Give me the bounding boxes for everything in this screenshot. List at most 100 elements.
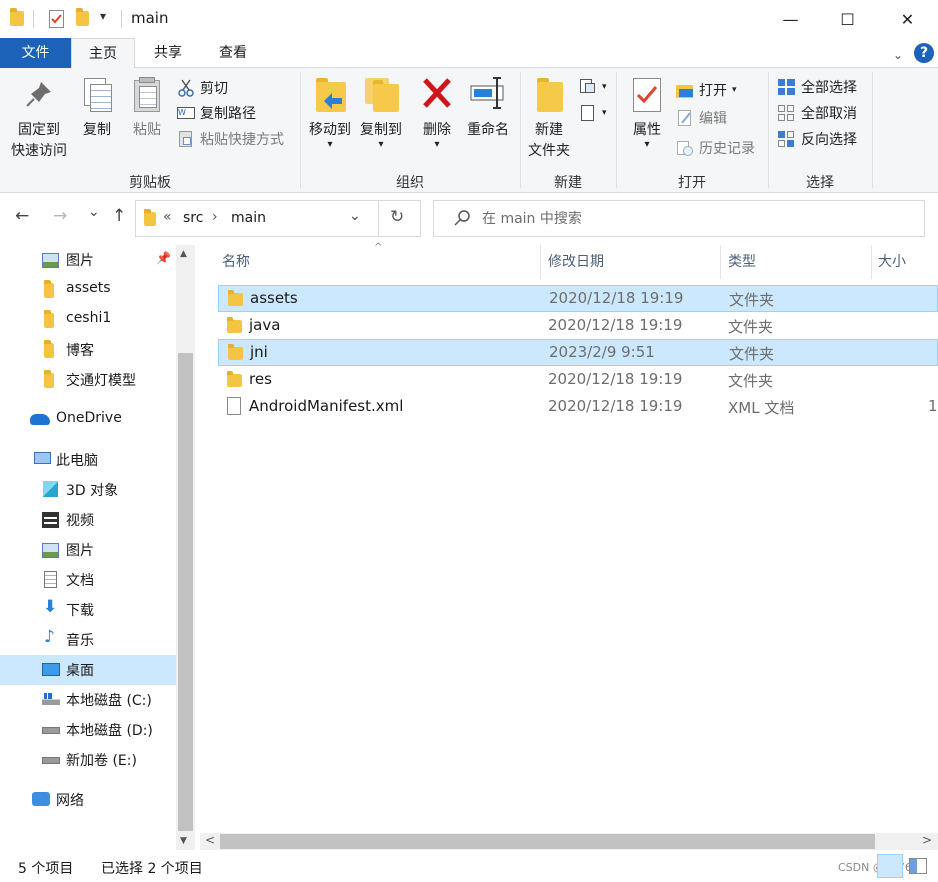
search-input[interactable] <box>482 207 902 231</box>
tab-home[interactable]: 主页 <box>71 38 135 69</box>
copy-path-button[interactable]: W 复制路径 <box>177 102 256 124</box>
file-row-androidmanifest[interactable]: AndroidManifest.xml 2020/12/18 19:19 XML… <box>218 394 938 421</box>
history-button[interactable]: 历史记录 <box>676 137 755 159</box>
ribbon-expand-icon[interactable]: ⌄ <box>893 48 903 62</box>
tab-share[interactable]: 共享 <box>137 38 199 68</box>
new-group-label: 新建 <box>554 175 582 191</box>
nav-item-desktop[interactable]: 桌面 <box>0 655 176 685</box>
paste-shortcut-button[interactable]: 粘贴快捷方式 <box>177 128 284 150</box>
nav-item-onedrive[interactable]: OneDrive <box>0 405 176 435</box>
up-button[interactable]: ↑ <box>112 206 126 226</box>
folder-icon <box>44 280 54 298</box>
sort-ascending-icon: ^ <box>374 242 383 253</box>
recent-locations-button[interactable]: ⌄ <box>88 204 100 220</box>
select-none-button[interactable]: 全部取消 <box>778 102 857 124</box>
move-to-button[interactable]: 移动到 ▾ <box>305 74 355 150</box>
tab-file[interactable]: 文件 <box>0 38 71 68</box>
new-item-button[interactable]: ▾ <box>579 76 607 98</box>
search-box[interactable] <box>433 200 925 237</box>
nav-item-pictures-quick[interactable]: 图片 📌 <box>0 245 176 275</box>
navigation-pane: 图片 📌 assets ceshi1 博客 交通灯模型 OneDrive 此电脑… <box>0 245 176 850</box>
minimize-button[interactable]: — <box>760 0 821 38</box>
nav-item-3d-objects[interactable]: 3D 对象 <box>0 475 176 505</box>
music-note-icon: ♪ <box>44 627 55 647</box>
nav-item-documents[interactable]: 文档 <box>0 565 176 595</box>
breadcrumb-separator[interactable]: › <box>212 209 218 225</box>
organize-group-label: 组织 <box>396 175 424 191</box>
scroll-down-arrow[interactable]: ▼ <box>180 836 187 846</box>
breadcrumb-src[interactable]: src <box>183 210 203 226</box>
nav-item-ceshi1[interactable]: ceshi1 <box>0 305 176 335</box>
delete-dropdown-icon[interactable]: ▾ <box>417 140 457 150</box>
column-header-name[interactable]: 名称 <box>222 245 250 279</box>
cut-button[interactable]: 剪切 <box>177 77 228 99</box>
nav-item-drive-d[interactable]: 本地磁盘 (D:) <box>0 715 176 745</box>
file-row-assets[interactable]: assets 2020/12/18 19:19 文件夹 <box>218 285 938 312</box>
edit-button[interactable]: 编辑 <box>676 107 727 129</box>
file-row-jni[interactable]: jni 2023/2/9 9:51 文件夹 <box>218 339 938 366</box>
nav-item-videos[interactable]: 视频 <box>0 505 176 535</box>
nav-item-traffic-light[interactable]: 交通灯模型 <box>0 365 176 395</box>
pin-quick-access-button[interactable]: 固定到 快速访问 <box>8 74 70 162</box>
copy-icon <box>79 74 115 114</box>
copy-path-icon: W <box>177 104 195 122</box>
delete-button[interactable]: 删除 ▾ <box>417 74 457 150</box>
scroll-right-arrow[interactable]: > <box>922 833 932 847</box>
scrollbar-thumb[interactable] <box>178 353 193 831</box>
select-all-button[interactable]: 全部选择 <box>778 76 857 98</box>
column-header-type[interactable]: 类型 <box>728 245 756 279</box>
new-folder-button[interactable]: 新建 文件夹 <box>525 74 573 162</box>
file-row-res[interactable]: res 2020/12/18 19:19 文件夹 <box>218 367 938 394</box>
refresh-button[interactable]: ↻ <box>390 207 404 227</box>
copy-button[interactable]: 复制 <box>77 74 117 141</box>
address-history-dropdown[interactable]: ⌄ <box>349 208 361 224</box>
rename-button[interactable]: 重命名 <box>464 74 512 141</box>
navigation-pane-scrollbar[interactable]: ▲ ▼ <box>176 245 195 850</box>
address-bar[interactable]: « src › main ⌄ ↻ <box>135 200 421 237</box>
nav-item-assets[interactable]: assets <box>0 275 176 305</box>
properties-dropdown-icon[interactable]: ▾ <box>625 140 669 150</box>
file-list-horizontal-scrollbar[interactable]: < > <box>200 833 938 850</box>
nav-item-pictures[interactable]: 图片 <box>0 535 176 565</box>
ribbon: 固定到 快速访问 复制 粘贴 剪切 W 复制路径 粘贴快捷方式 剪贴板 移动到 … <box>0 68 938 193</box>
nav-item-downloads[interactable]: ⬇ 下载 <box>0 595 176 625</box>
nav-item-this-pc[interactable]: 此电脑 <box>0 445 176 475</box>
title-bar: ▾ main — ☐ ✕ <box>0 0 938 38</box>
nav-item-music[interactable]: ♪ 音乐 <box>0 625 176 655</box>
nav-item-blog[interactable]: 博客 <box>0 335 176 365</box>
maximize-button[interactable]: ☐ <box>817 0 878 38</box>
pin-icon[interactable]: 📌 <box>156 251 171 265</box>
scroll-up-arrow[interactable]: ▲ <box>180 249 187 259</box>
invert-selection-button[interactable]: 反向选择 <box>778 128 857 150</box>
open-button[interactable]: 打开 ▾ <box>676 79 737 101</box>
nav-item-network[interactable]: 网络 <box>0 785 176 815</box>
folder-icon <box>227 371 242 387</box>
scroll-left-arrow[interactable]: < <box>205 833 215 847</box>
ribbon-tab-bar: 文件 主页 共享 查看 ⌄ <box>0 38 938 69</box>
properties-qat-icon[interactable] <box>49 10 64 28</box>
scrollbar-thumb[interactable] <box>220 834 875 849</box>
breadcrumb-overflow[interactable]: « <box>163 209 172 225</box>
easy-access-button[interactable]: ▾ <box>579 102 607 124</box>
file-row-java[interactable]: java 2020/12/18 19:19 文件夹 <box>218 313 938 340</box>
forward-button[interactable]: → <box>53 206 67 226</box>
paste-button[interactable]: 粘贴 <box>127 74 167 141</box>
tab-view[interactable]: 查看 <box>201 38 265 68</box>
new-folder-qat-icon[interactable] <box>76 8 89 26</box>
close-button[interactable]: ✕ <box>877 0 938 38</box>
column-header-date[interactable]: 修改日期 <box>548 245 604 279</box>
help-icon[interactable]: ? <box>914 43 934 63</box>
properties-button[interactable]: 属性 ▾ <box>625 74 669 150</box>
nav-item-drive-e[interactable]: 新加卷 (E:) <box>0 745 176 775</box>
copy-to-button[interactable]: 复制到 ▾ <box>356 74 406 150</box>
move-to-dropdown-icon[interactable]: ▾ <box>305 140 355 150</box>
document-icon <box>44 571 57 588</box>
breadcrumb-main[interactable]: main <box>231 210 266 226</box>
qat-dropdown-icon[interactable]: ▾ <box>100 9 106 23</box>
large-icons-view-icon[interactable] <box>909 858 927 874</box>
copy-to-dropdown-icon[interactable]: ▾ <box>356 140 406 150</box>
details-view-icon[interactable] <box>877 854 903 878</box>
back-button[interactable]: ← <box>15 206 29 226</box>
column-header-size[interactable]: 大小 <box>878 245 906 279</box>
nav-item-drive-c[interactable]: 本地磁盘 (C:) <box>0 685 176 715</box>
